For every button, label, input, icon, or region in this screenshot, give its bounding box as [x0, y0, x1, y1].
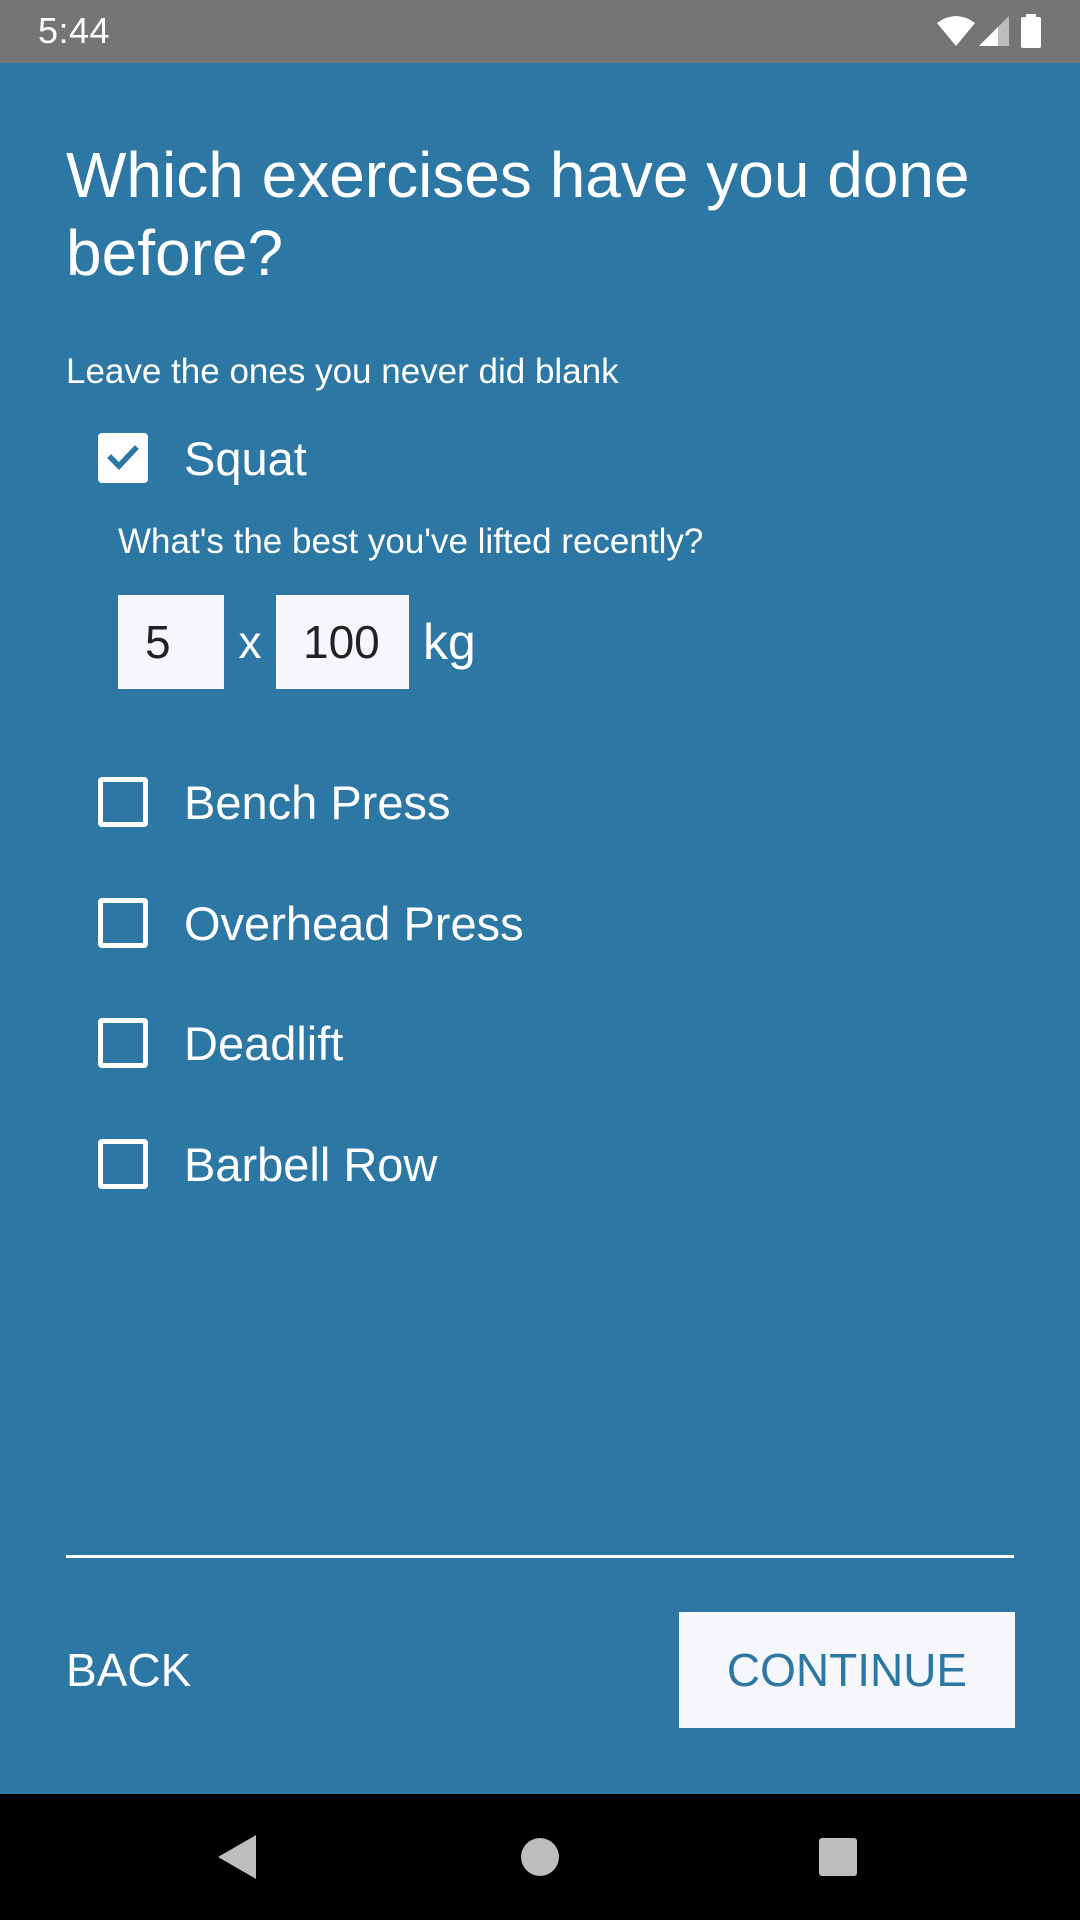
- status-bar: 5:44: [0, 0, 1080, 63]
- status-time: 5:44: [38, 10, 111, 51]
- back-button[interactable]: BACK: [66, 1612, 191, 1728]
- exercise-checkbox-barbell-row[interactable]: Barbell Row: [98, 1136, 437, 1192]
- wifi-icon: [936, 15, 976, 47]
- status-icons: [936, 14, 1042, 48]
- times-symbol: x: [238, 616, 262, 668]
- recents-square-icon[interactable]: [808, 1827, 868, 1887]
- page-title: Which exercises have you done before?: [66, 139, 970, 289]
- overhead-press-checkbox[interactable]: [98, 898, 148, 948]
- exercise-checkbox-bench-press[interactable]: Bench Press: [98, 774, 450, 830]
- barbell-row-checkbox[interactable]: [98, 1139, 148, 1189]
- exercise-checkbox-overhead-press[interactable]: Overhead Press: [98, 895, 524, 951]
- footer-divider: [66, 1555, 1014, 1558]
- exercise-checkbox-deadlift[interactable]: Deadlift: [98, 1015, 343, 1071]
- page-subtitle: Leave the ones you never did blank: [66, 352, 619, 391]
- continue-button[interactable]: CONTINUE: [679, 1612, 1015, 1728]
- exercise-label-squat: Squat: [184, 431, 307, 485]
- squat-lift-inputs: 5 x 100 kg: [118, 595, 476, 689]
- screen: 5:44 Which exercises have you done befor…: [0, 0, 1080, 1920]
- battery-icon: [1020, 14, 1042, 48]
- reps-input[interactable]: 5: [118, 595, 224, 689]
- best-lift-question: What's the best you've lifted recently?: [118, 522, 704, 561]
- weight-input[interactable]: 100: [276, 595, 409, 689]
- signal-icon: [978, 15, 1010, 47]
- checkmark-icon: [107, 445, 139, 470]
- home-circle-icon[interactable]: [510, 1827, 570, 1887]
- weight-unit: kg: [423, 614, 476, 670]
- bench-press-checkbox[interactable]: [98, 777, 148, 827]
- deadlift-checkbox[interactable]: [98, 1018, 148, 1068]
- squat-checkbox[interactable]: [98, 433, 148, 483]
- exercise-label-bench-press: Bench Press: [184, 775, 451, 829]
- exercise-label-deadlift: Deadlift: [184, 1016, 344, 1070]
- system-nav-bar: [0, 1794, 1080, 1920]
- exercise-label-overhead-press: Overhead Press: [184, 896, 524, 950]
- back-triangle-icon[interactable]: [208, 1827, 268, 1887]
- exercise-label-barbell-row: Barbell Row: [184, 1137, 438, 1191]
- exercise-checkbox-squat[interactable]: Squat: [98, 430, 307, 486]
